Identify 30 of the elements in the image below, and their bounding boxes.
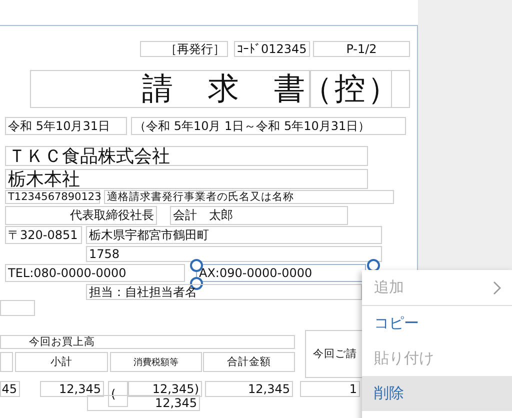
form-field[interactable]: 令和 5年10月31日	[5, 117, 127, 135]
form-field[interactable]: T1234567890123	[5, 190, 100, 204]
empty-field[interactable]	[0, 352, 13, 372]
form-field[interactable]: 合計金額	[203, 352, 295, 372]
form-field[interactable]: （令和 5年10月 1日～令和 5年10月31日）	[131, 117, 406, 135]
form-field[interactable]: 栃木県宇都宮市鶴田町	[86, 226, 382, 244]
menu-item[interactable]: コピー	[362, 306, 512, 341]
form-field[interactable]: 会計 太郎	[170, 206, 348, 225]
form-field[interactable]: ［再発行］	[140, 41, 228, 57]
menu-item[interactable]: 削除	[362, 376, 512, 411]
form-field[interactable]: 12,345)	[128, 381, 202, 397]
form-field[interactable]: （控）	[310, 70, 392, 108]
form-field[interactable]: 消費税額等	[110, 352, 202, 372]
form-field[interactable]: P-1/2	[313, 41, 410, 57]
empty-field[interactable]	[0, 300, 35, 316]
form-field[interactable]: 45	[0, 381, 20, 397]
form-field[interactable]: 適格請求書発行事業者の氏名又は名称	[104, 190, 394, 204]
form-field[interactable]: 代表取締役社長	[5, 206, 157, 225]
form-field[interactable]: 1758	[86, 246, 382, 262]
form-field[interactable]: 栃木本社	[5, 169, 368, 189]
form-field[interactable]: ＴＫＣ食品株式会社	[5, 146, 368, 166]
form-field[interactable]: 今回お買上高	[0, 335, 295, 349]
form-field[interactable]: 担当：自社担当者名	[86, 284, 362, 300]
form-field[interactable]: 〒320-0851	[5, 226, 82, 244]
form-field[interactable]: 1	[300, 381, 360, 397]
form-field[interactable]: ｺｰﾄﾞ012345	[234, 41, 310, 57]
form-field[interactable]: 12,345	[40, 381, 104, 397]
form-field[interactable]: 12,345	[205, 381, 293, 397]
form-field[interactable]: TEL:080-0000-0000	[5, 264, 185, 282]
form-field[interactable]: 小計	[15, 352, 108, 372]
